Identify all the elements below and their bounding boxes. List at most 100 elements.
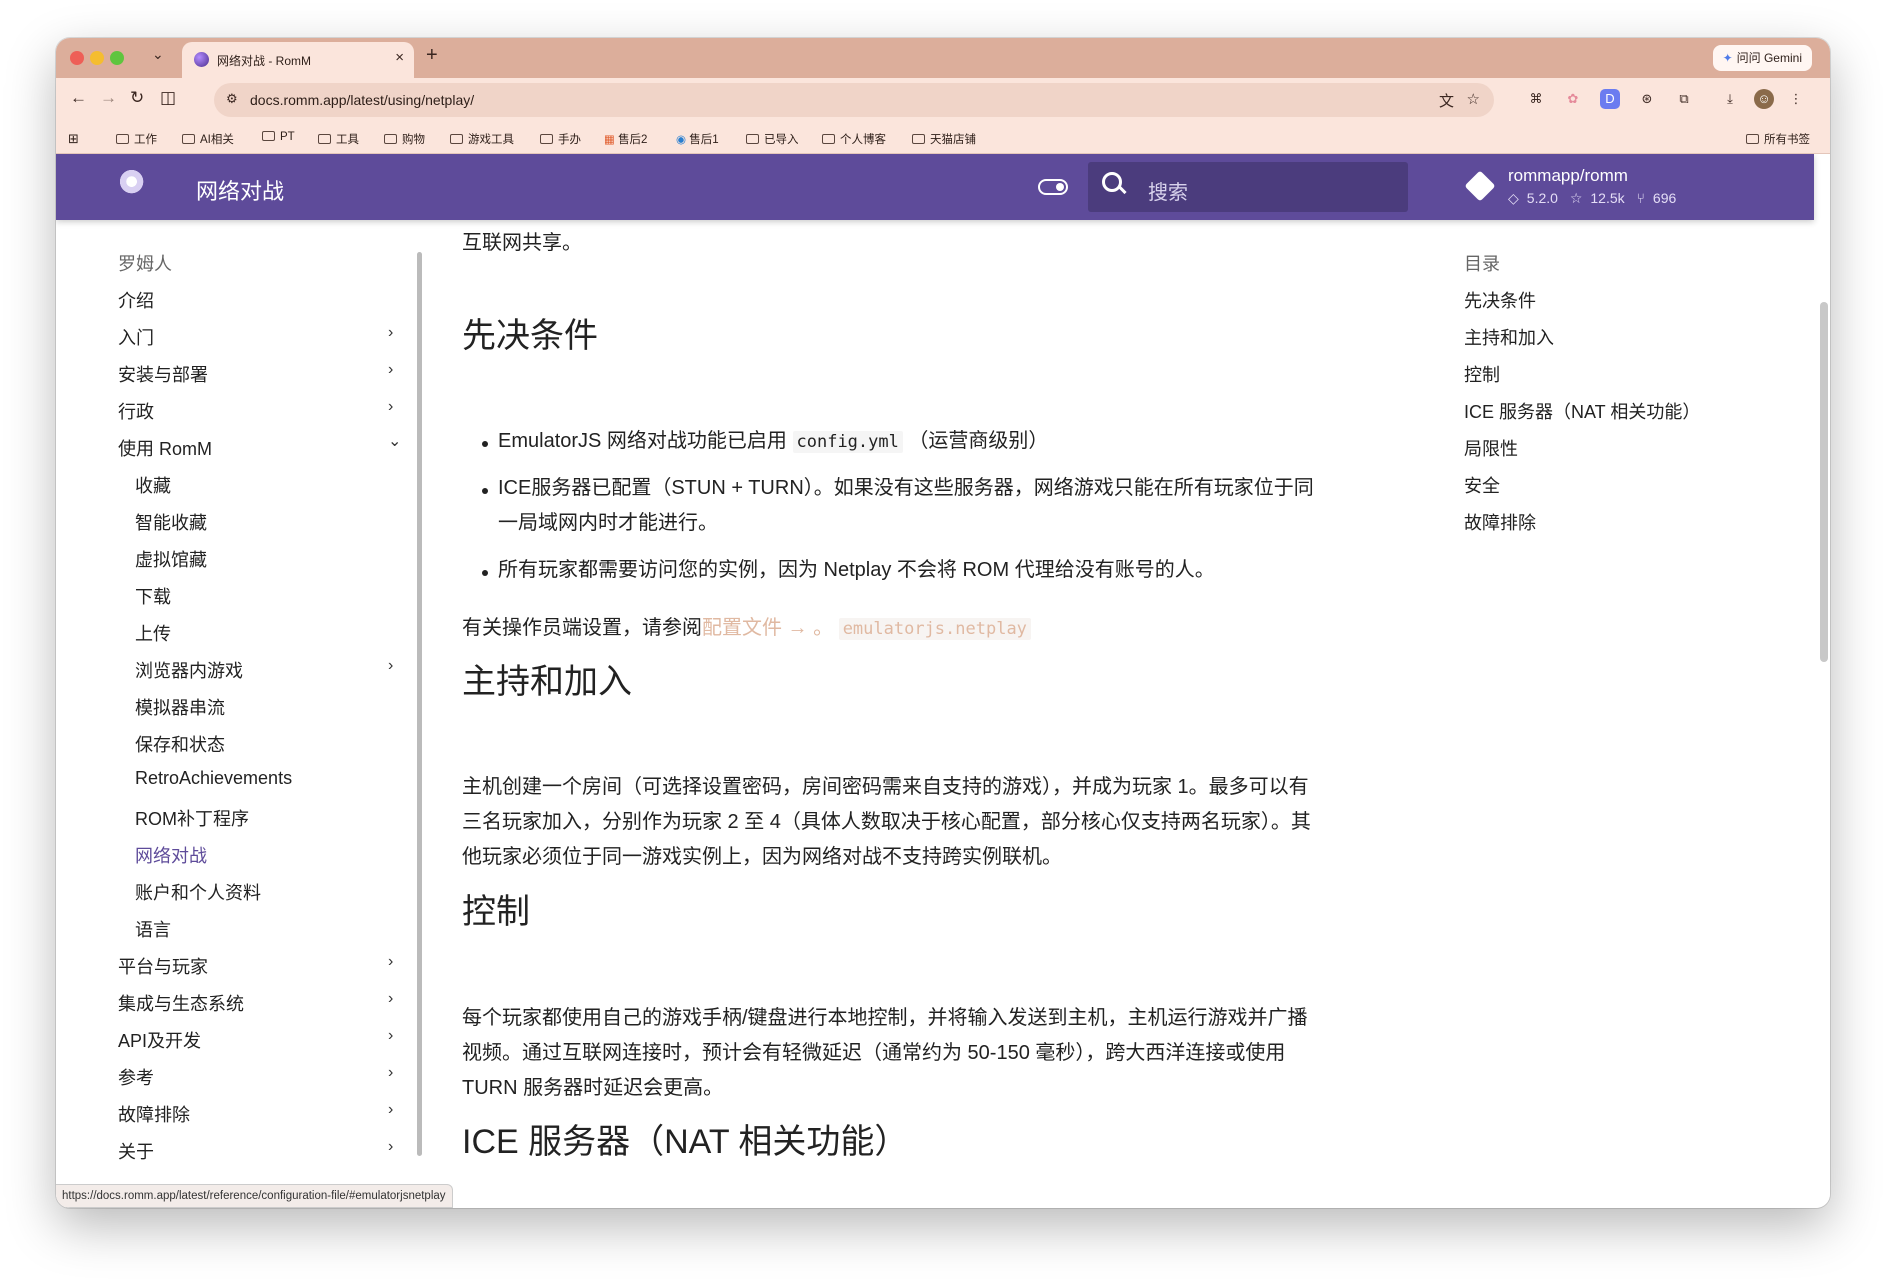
chevron-right-icon[interactable]: › [388, 1138, 393, 1156]
nav-item-emulator-streaming[interactable]: 模拟器串流 [135, 694, 225, 720]
search-input[interactable]: 搜索 [1088, 162, 1408, 212]
emulatorjs-netplay-code-link[interactable]: emulatorjs.netplay [838, 618, 1031, 640]
chevron-right-icon[interactable]: › [388, 990, 393, 1008]
bookmark-folder[interactable]: 购物 [384, 131, 425, 147]
toc-item-security[interactable]: 安全 [1464, 472, 1500, 498]
nav-item-api-dev[interactable]: API及开发 [118, 1027, 201, 1053]
chevron-right-icon[interactable]: › [388, 1027, 393, 1045]
chevron-right-icon[interactable]: › [388, 1101, 393, 1119]
back-arrow-icon[interactable]: ← [70, 88, 87, 108]
extensions-puzzle-icon[interactable]: ⧉ [1674, 89, 1694, 109]
repo-version: 5.2.0 [1526, 190, 1558, 206]
tab-close-icon[interactable]: × [395, 49, 404, 66]
extension-1-icon[interactable]: ⌘ [1526, 89, 1546, 109]
nav-item-in-browser-play[interactable]: 浏览器内游戏 [135, 657, 243, 683]
chevron-right-icon[interactable]: › [388, 657, 393, 675]
gemini-button[interactable]: ✦ 问问 Gemini [1712, 45, 1812, 71]
nav-item-integrations[interactable]: 集成与生态系统 [118, 990, 244, 1016]
bookmark-link[interactable]: ◉ 售后1 [676, 131, 719, 147]
bookmark-folder[interactable]: 个人博客 [822, 131, 886, 147]
tab-search-chevron-icon[interactable]: ⌄ [152, 46, 164, 63]
translate-icon[interactable]: 文 [1439, 90, 1454, 111]
theme-toggle-icon[interactable] [1038, 179, 1068, 195]
config-file-link[interactable]: 配置文件 → [702, 617, 808, 639]
heading-ice-servers: ICE 服务器（NAT 相关功能） [462, 1123, 909, 1161]
site-info-icon[interactable]: ⚙ [226, 91, 238, 107]
nav-item-platforms-players[interactable]: 平台与玩家 [118, 953, 208, 979]
chevron-right-icon[interactable]: › [388, 324, 393, 342]
page-scrollbar[interactable] [1820, 302, 1828, 662]
bookmark-folder[interactable]: 游戏工具 [450, 131, 514, 147]
romm-logo[interactable] [118, 168, 152, 202]
bookmark-folder[interactable]: 工作 [116, 131, 157, 147]
toc-item-troubleshooting[interactable]: 故障排除 [1464, 509, 1536, 535]
nav-item-collections[interactable]: 收藏 [135, 472, 171, 498]
tab-title: 网络对战 - RomM [217, 54, 311, 68]
extension-2-icon[interactable]: ✿ [1563, 89, 1583, 109]
sidebar-scrollbar[interactable] [417, 252, 422, 1156]
nav-item-reference[interactable]: 参考 [118, 1064, 154, 1090]
toc-item-controls[interactable]: 控制 [1464, 361, 1500, 387]
chevron-right-icon[interactable]: › [388, 1064, 393, 1082]
bookmark-label: 已导入 [764, 134, 799, 146]
nav-item-smart-collections[interactable]: 智能收藏 [135, 509, 207, 535]
bookmark-folder[interactable]: AI相关 [182, 131, 234, 147]
nav-item-install[interactable]: 安装与部署 [118, 361, 208, 387]
nav-item-account-profile[interactable]: 账户和个人资料 [135, 879, 261, 905]
page-title: 网络对战 [196, 179, 285, 204]
reload-icon[interactable]: ↻ [130, 88, 144, 108]
maximize-window-button[interactable] [110, 51, 124, 65]
nav-item-virtual-collections[interactable]: 虚拟馆藏 [135, 546, 207, 572]
toc-item-host-join[interactable]: 主持和加入 [1464, 324, 1554, 350]
new-tab-button[interactable]: + [426, 44, 438, 67]
bookmark-label: 售后2 [618, 134, 648, 146]
profile-avatar[interactable]: ☺ [1754, 89, 1774, 109]
bookmark-folder[interactable]: 已导入 [746, 131, 799, 147]
nav-item-troubleshooting[interactable]: 故障排除 [118, 1101, 190, 1127]
nav-item-administration[interactable]: 行政 [118, 398, 154, 424]
bookmark-folder[interactable]: PT [262, 131, 295, 143]
menu-kebab-icon[interactable]: ⋮ [1786, 89, 1806, 109]
chevron-right-icon[interactable]: › [388, 361, 393, 379]
controls-paragraph-line1: 每个玩家都使用自己的游戏手柄/键盘进行本地控制，并将输入发送到主机，主机运行游戏… [462, 1007, 1308, 1029]
chevron-down-icon[interactable]: ⌄ [388, 431, 401, 451]
nav-item-netplay[interactable]: 网络对战 [135, 842, 207, 868]
bookmark-star-icon[interactable]: ☆ [1467, 90, 1480, 108]
toc-item-prerequisites[interactable]: 先决条件 [1464, 287, 1536, 313]
toc-item-ice-servers[interactable]: ICE 服务器（NAT 相关功能） [1464, 398, 1700, 424]
url-text[interactable]: docs.romm.app/latest/using/netplay/ [250, 92, 474, 108]
nav-item-upload[interactable]: 上传 [135, 620, 171, 646]
repo-name[interactable]: rommapp/romm [1508, 166, 1628, 186]
extension-3-icon[interactable]: D [1600, 89, 1620, 109]
host-paragraph-line1: 主机创建一个房间（可选择设置密码，房间密码需来自支持的游戏），并成为玩家 1。最… [462, 776, 1309, 798]
bookmark-folder[interactable]: 手办 [540, 131, 581, 147]
nav-item-about[interactable]: 关于 [118, 1138, 154, 1164]
nav-item-retroachievements[interactable]: RetroAchievements [135, 768, 292, 789]
forward-arrow-icon[interactable]: → [100, 88, 117, 108]
bookmark-link[interactable]: ▦ 售后2 [604, 131, 647, 147]
bookmark-folder[interactable]: 天猫店铺 [912, 131, 976, 147]
active-tab[interactable]: 网络对战 - RomM × [182, 42, 414, 78]
bookmark-folder[interactable]: 工具 [318, 131, 359, 147]
nav-item-getting-started[interactable]: 入门 [118, 324, 154, 350]
git-repo-icon[interactable] [1464, 170, 1496, 202]
nav-item-using-romm[interactable]: 使用 RomM [118, 435, 212, 461]
chevron-right-icon[interactable]: › [388, 398, 393, 416]
toc-item-limitations[interactable]: 局限性 [1464, 435, 1518, 461]
nav-item-rom-patcher[interactable]: ROM补丁程序 [135, 805, 249, 831]
apps-grid-icon[interactable]: ⊞ [68, 131, 79, 147]
close-window-button[interactable] [70, 51, 84, 65]
extension-4-icon[interactable]: ⊛ [1637, 89, 1657, 109]
chevron-right-icon[interactable]: › [388, 953, 393, 971]
split-view-icon[interactable]: ◫ [160, 88, 176, 108]
nav-item-saves-states[interactable]: 保存和状态 [135, 731, 225, 757]
folder-icon [384, 134, 397, 144]
nav-item-intro[interactable]: 介绍 [118, 287, 154, 313]
download-icon[interactable]: ⤓ [1720, 89, 1740, 109]
all-bookmarks[interactable]: 所有书签 [1746, 131, 1810, 147]
minimize-window-button[interactable] [90, 51, 104, 65]
nav-item-languages[interactable]: 语言 [135, 916, 171, 942]
nav-item-download[interactable]: 下载 [135, 583, 171, 609]
paragraph-tail: 互联网共享。 [462, 232, 582, 254]
address-bar[interactable]: ⚙ docs.romm.app/latest/using/netplay/ 文 … [214, 83, 1494, 117]
